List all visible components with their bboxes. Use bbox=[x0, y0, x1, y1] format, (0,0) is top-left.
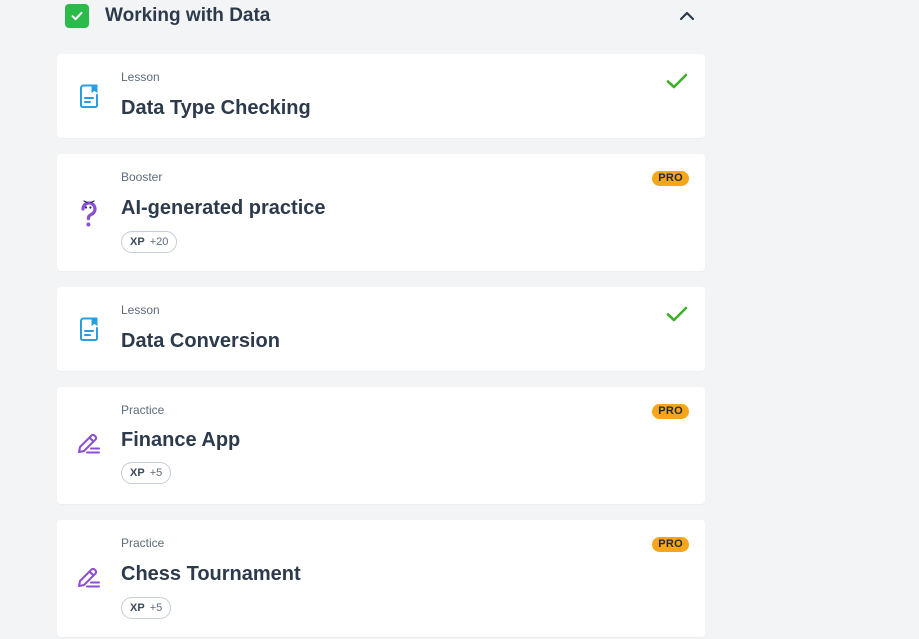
section-header[interactable]: Working with Data bbox=[65, 4, 705, 28]
lesson-item-data-type-checking[interactable]: Lesson Data Type Checking bbox=[57, 54, 705, 138]
checkmark-icon bbox=[71, 11, 83, 21]
pencil-icon bbox=[75, 430, 103, 458]
item-title: Finance App bbox=[121, 429, 241, 451]
chevron-up-icon bbox=[679, 11, 695, 21]
xp-reward-pill: XP +5 bbox=[121, 462, 172, 484]
practice-item-finance-app[interactable]: Practice Finance App PRO XP +5 bbox=[57, 387, 705, 504]
xp-value: +5 bbox=[149, 602, 163, 614]
question-icon bbox=[75, 199, 103, 227]
item-title: Data Conversion bbox=[121, 330, 280, 352]
xp-label: XP bbox=[130, 602, 145, 614]
item-type-label: Practice bbox=[121, 536, 165, 550]
completed-check-icon bbox=[666, 303, 688, 325]
completed-check-icon bbox=[666, 70, 688, 92]
xp-value: +5 bbox=[149, 467, 163, 479]
item-title: Data Type Checking bbox=[121, 97, 311, 119]
lesson-icon bbox=[75, 82, 103, 110]
xp-label: XP bbox=[130, 467, 145, 479]
pro-badge: PRO bbox=[652, 171, 689, 186]
practice-item-chess-tournament[interactable]: Practice Chess Tournament PRO XP +5 bbox=[57, 520, 705, 637]
xp-reward-pill: XP +5 bbox=[121, 597, 172, 619]
xp-value: +20 bbox=[149, 236, 169, 248]
pro-badge: PRO bbox=[652, 537, 689, 552]
section-complete-checkbox bbox=[65, 4, 89, 28]
lesson-icon bbox=[75, 315, 103, 343]
item-type-label: Booster bbox=[121, 170, 163, 184]
xp-label: XP bbox=[130, 236, 145, 248]
section-title: Working with Data bbox=[105, 5, 271, 26]
item-type-label: Lesson bbox=[121, 303, 160, 317]
item-type-label: Practice bbox=[121, 403, 165, 417]
booster-item-ai-generated-practice[interactable]: Booster AI-generated practice PRO XP +20 bbox=[57, 154, 705, 271]
pencil-icon bbox=[75, 564, 103, 592]
item-title: AI-generated practice bbox=[121, 197, 326, 219]
pro-badge: PRO bbox=[652, 404, 689, 419]
item-type-label: Lesson bbox=[121, 70, 160, 84]
xp-reward-pill: XP +20 bbox=[121, 231, 178, 253]
lesson-item-data-conversion[interactable]: Lesson Data Conversion bbox=[57, 287, 705, 371]
item-title: Chess Tournament bbox=[121, 563, 301, 585]
collapse-button[interactable] bbox=[675, 4, 699, 28]
